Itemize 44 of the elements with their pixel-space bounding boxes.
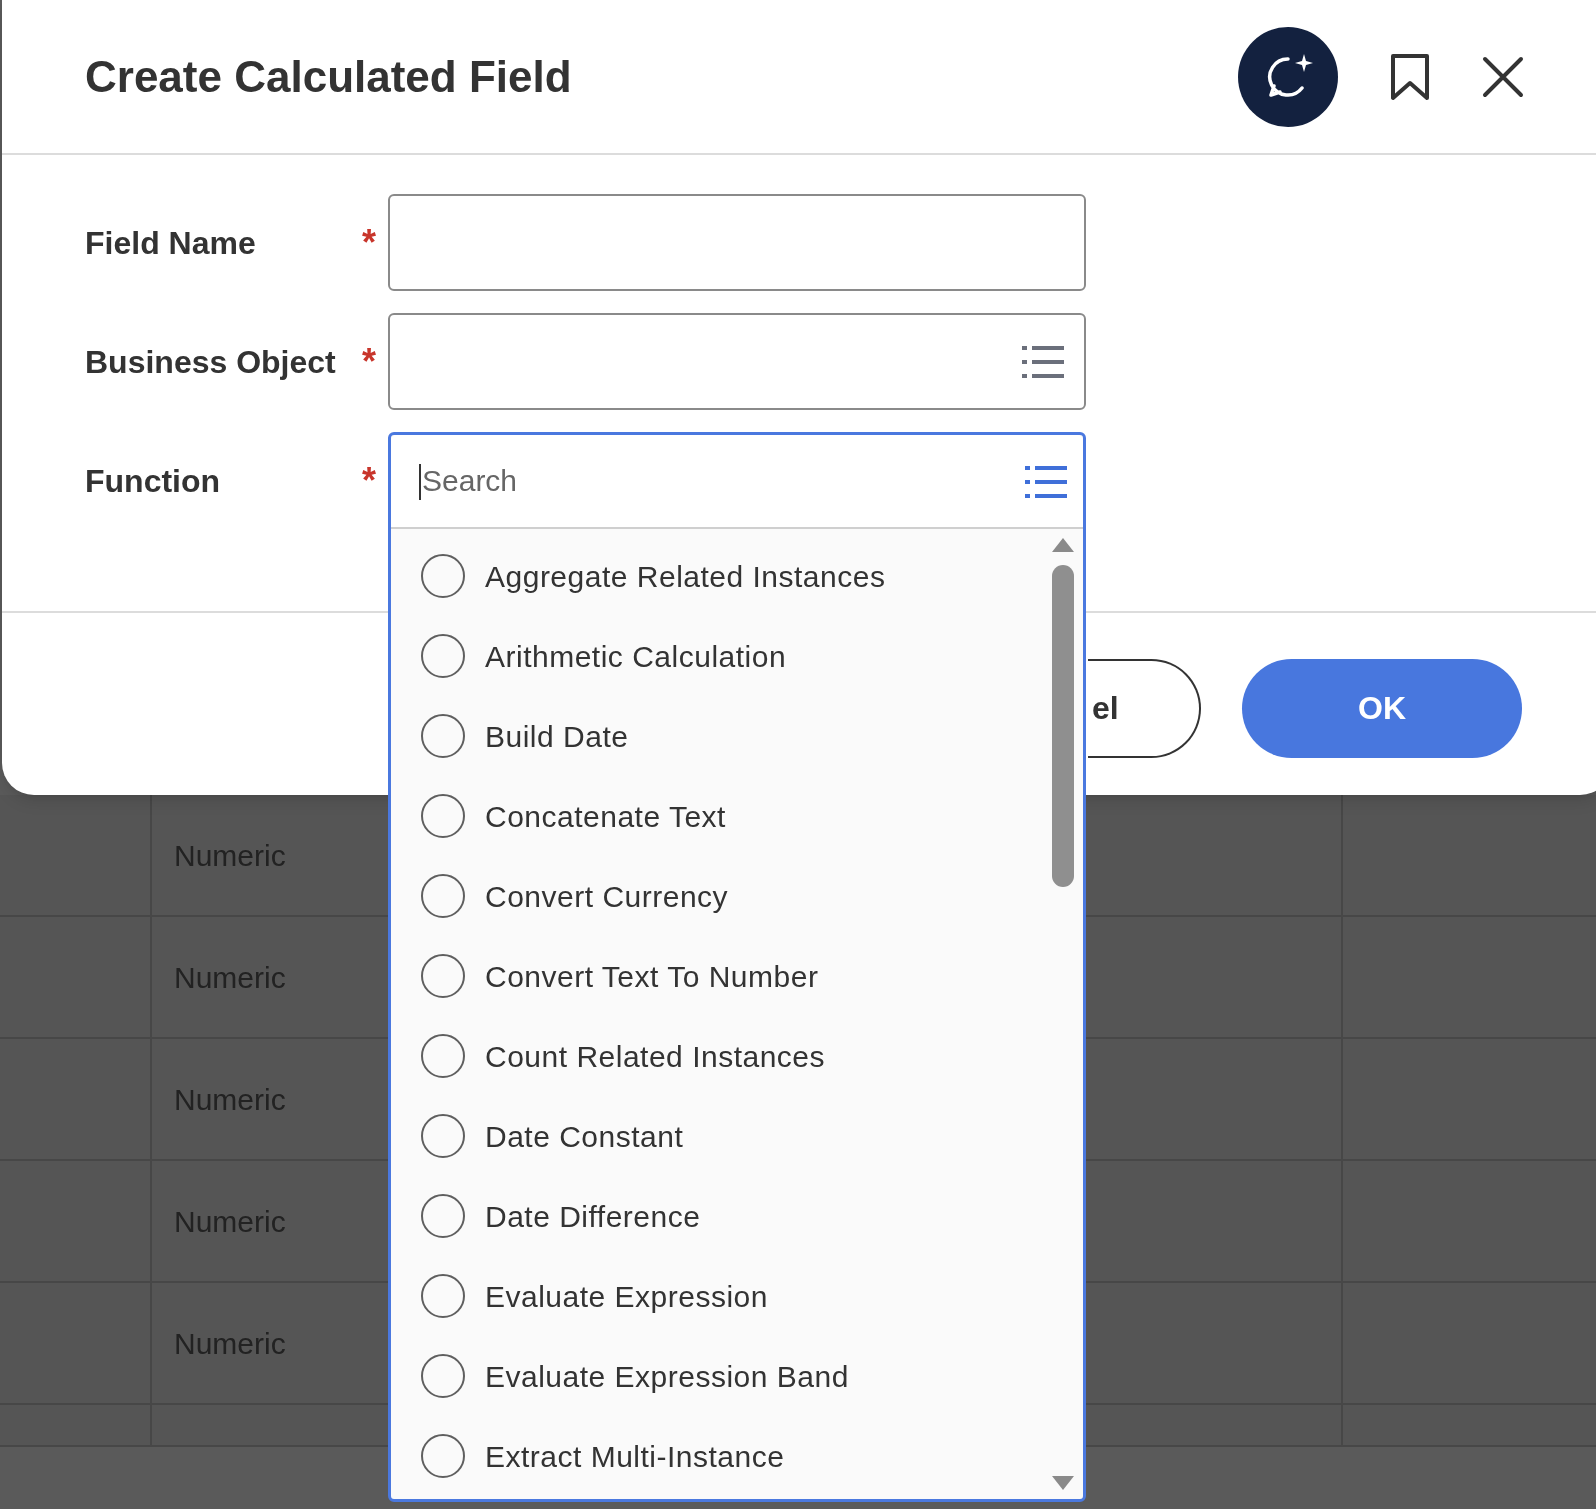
list-icon[interactable] bbox=[1025, 465, 1067, 499]
function-option[interactable]: Extract Multi-Instance bbox=[391, 1416, 1043, 1496]
function-option[interactable]: Date Difference bbox=[391, 1176, 1043, 1256]
ok-button[interactable]: OK bbox=[1242, 658, 1522, 758]
radio-button[interactable] bbox=[421, 1434, 465, 1478]
radio-button[interactable] bbox=[421, 1034, 465, 1078]
function-option[interactable]: Arithmetic Calculation bbox=[391, 616, 1043, 696]
function-option[interactable]: Concatenate Text bbox=[391, 776, 1043, 856]
function-option[interactable]: Convert Text To Number bbox=[391, 936, 1043, 1016]
required-mark: * bbox=[362, 343, 376, 380]
radio-button[interactable] bbox=[421, 1274, 465, 1318]
cancel-button[interactable]: el bbox=[1088, 658, 1201, 758]
function-option[interactable]: Evaluate Expression Band bbox=[391, 1336, 1043, 1416]
list-icon[interactable] bbox=[1022, 344, 1064, 379]
scroll-down-icon[interactable] bbox=[1051, 1475, 1075, 1491]
radio-button[interactable] bbox=[421, 714, 465, 758]
text-cursor bbox=[419, 464, 421, 500]
dialog-title: Create Calculated Field bbox=[85, 50, 573, 103]
scroll-up-icon[interactable] bbox=[1051, 537, 1075, 553]
function-option[interactable]: Count Related Instances bbox=[391, 1016, 1043, 1096]
function-option[interactable]: Aggregate Related Instances bbox=[391, 536, 1043, 616]
function-option[interactable]: Build Date bbox=[391, 696, 1043, 776]
radio-button[interactable] bbox=[421, 794, 465, 838]
prompt-field[interactable] bbox=[388, 313, 1086, 410]
radio-button[interactable] bbox=[421, 1194, 465, 1238]
function-option[interactable]: Date Constant bbox=[391, 1096, 1043, 1176]
radio-button[interactable] bbox=[421, 634, 465, 678]
required-mark: * bbox=[362, 224, 376, 261]
bookmark-icon[interactable] bbox=[1390, 52, 1430, 101]
function-option[interactable]: Convert Currency bbox=[391, 856, 1043, 936]
radio-button[interactable] bbox=[421, 1114, 465, 1158]
function-option[interactable]: Evaluate Expression bbox=[391, 1256, 1043, 1336]
radio-button[interactable] bbox=[421, 954, 465, 998]
text-field[interactable] bbox=[388, 194, 1086, 291]
close-icon[interactable] bbox=[1482, 55, 1524, 98]
radio-button[interactable] bbox=[421, 1354, 465, 1398]
field-label: Business Object bbox=[85, 342, 337, 382]
radio-button[interactable] bbox=[421, 874, 465, 918]
field-label: Function bbox=[85, 461, 222, 501]
required-mark: * bbox=[362, 462, 376, 499]
radio-button[interactable] bbox=[421, 554, 465, 598]
search-field[interactable]: Search bbox=[391, 435, 1083, 529]
scrollbar-thumb[interactable] bbox=[1052, 565, 1074, 887]
field-label: Field Name bbox=[85, 223, 257, 263]
